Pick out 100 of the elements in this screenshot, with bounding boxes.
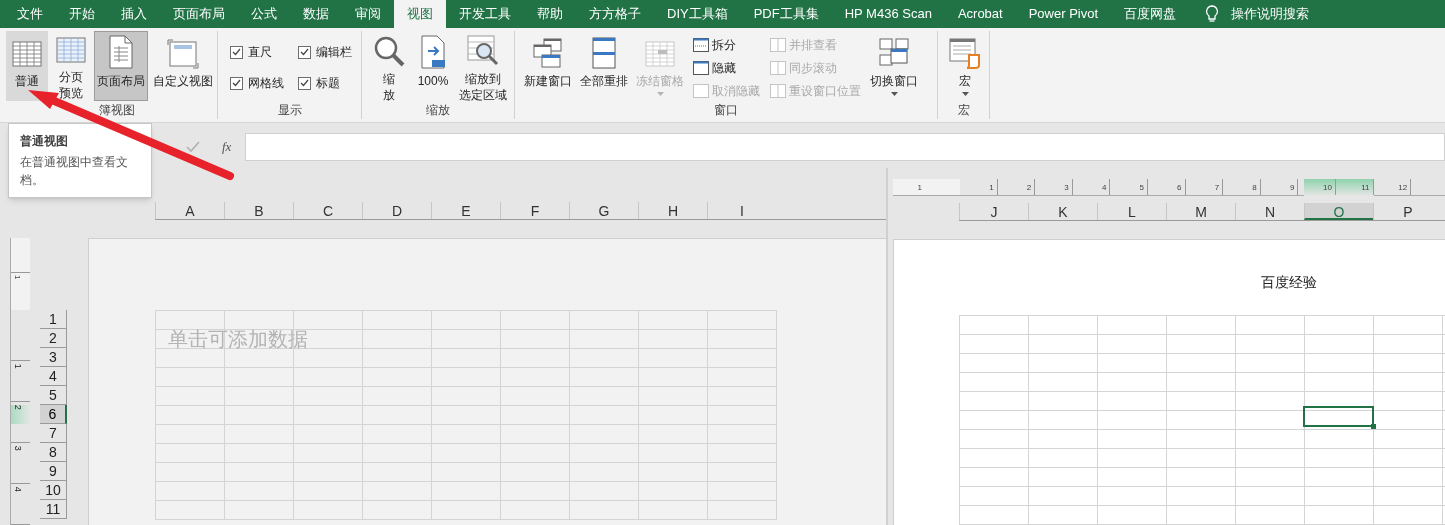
column-header[interactable]: P bbox=[1373, 203, 1442, 221]
small-window-icon bbox=[693, 60, 709, 75]
ribbon-tab[interactable]: 公式 bbox=[238, 0, 290, 28]
ruler-number: 3 bbox=[1064, 181, 1069, 194]
ruler-number: 11 bbox=[1361, 181, 1370, 194]
group-label: 缩放 bbox=[426, 102, 450, 119]
ribbon-tab[interactable]: 视图 bbox=[394, 0, 446, 28]
ruler-number: 7 bbox=[1214, 181, 1220, 194]
checkbox[interactable] bbox=[298, 45, 311, 59]
ribbon-tab[interactable]: Power Pivot bbox=[1015, 0, 1112, 28]
column-header[interactable]: O bbox=[1304, 203, 1373, 221]
row-header[interactable]: 4 bbox=[40, 367, 67, 386]
ribbon-button[interactable]: 切换窗口 bbox=[867, 31, 921, 101]
checkbox-label: 直尺 bbox=[248, 44, 272, 61]
column-header[interactable]: J bbox=[959, 203, 1028, 221]
ribbon-tab[interactable]: HP M436 Scan bbox=[831, 0, 945, 28]
zoom-page-icon bbox=[418, 35, 448, 69]
row-header[interactable]: 7 bbox=[40, 424, 67, 443]
ruler-number: 1 bbox=[11, 363, 24, 371]
ruler-number: 1 bbox=[989, 181, 994, 194]
page-header: 百度经验 bbox=[1261, 273, 1318, 292]
ruler-number: 2 bbox=[11, 404, 24, 412]
ribbon-tab[interactable]: Acrobat bbox=[944, 0, 1016, 28]
ribbon-button[interactable]: 分页 预览 bbox=[50, 31, 92, 101]
ribbon-tab[interactable]: 页面布局 bbox=[160, 0, 238, 28]
ribbon-tab[interactable]: 插入 bbox=[108, 0, 160, 28]
ribbon-button[interactable]: 宏 bbox=[944, 31, 986, 101]
tell-me-search[interactable]: 操作说明搜索 bbox=[1231, 4, 1310, 24]
column-header[interactable]: K bbox=[1028, 203, 1097, 221]
group-label: 窗口 bbox=[714, 102, 738, 119]
small-window-icon bbox=[693, 83, 709, 98]
ruler-number: 1 bbox=[12, 275, 23, 282]
windows-icon bbox=[532, 37, 564, 69]
column-header[interactable]: M bbox=[1166, 203, 1235, 221]
checkbox-label: 标题 bbox=[316, 75, 340, 92]
checkbox[interactable] bbox=[230, 76, 243, 90]
ribbon-tab[interactable]: 文件 bbox=[4, 0, 56, 28]
column-header[interactable]: F bbox=[500, 201, 569, 219]
ribbon-button[interactable]: 隐藏 bbox=[693, 58, 760, 77]
row-header[interactable]: 8 bbox=[40, 443, 67, 462]
macro-icon bbox=[949, 37, 981, 69]
windows-icon bbox=[878, 37, 910, 69]
checkbox[interactable] bbox=[230, 45, 243, 59]
grid-icon bbox=[56, 35, 86, 65]
group-label: 宏 bbox=[957, 102, 970, 119]
ribbon-tab[interactable]: 方方格子 bbox=[576, 0, 654, 28]
small-window-icon bbox=[693, 37, 709, 52]
checkbox-label: 编辑栏 bbox=[316, 44, 352, 61]
grid-icon bbox=[645, 39, 675, 69]
checkbox[interactable] bbox=[298, 76, 311, 90]
column-header[interactable]: C bbox=[293, 201, 362, 219]
lightbulb-icon bbox=[1205, 5, 1220, 23]
insert-function-button[interactable]: fx bbox=[222, 136, 232, 157]
row-header[interactable]: 3 bbox=[40, 348, 67, 367]
column-header[interactable]: I bbox=[707, 201, 776, 219]
ribbon-tab[interactable]: DIY工具箱 bbox=[654, 0, 741, 28]
row-header[interactable]: 6 bbox=[40, 405, 67, 424]
column-header[interactable]: E bbox=[431, 201, 500, 219]
ribbon-button[interactable]: 缩放到 选定区域 bbox=[456, 31, 510, 101]
ribbon-tab[interactable]: 开发工具 bbox=[446, 0, 524, 28]
window-frame-icon bbox=[167, 39, 199, 69]
page-icon bbox=[106, 35, 136, 69]
ribbon-button[interactable]: 缩 放 bbox=[368, 31, 410, 101]
row-header[interactable]: 11 bbox=[40, 500, 67, 519]
ruler-number: 4 bbox=[1101, 181, 1107, 194]
small-window-icon bbox=[770, 83, 786, 98]
ribbon-button[interactable]: 新建窗口 bbox=[521, 31, 575, 101]
tooltip-title: 普通视图 bbox=[20, 133, 69, 150]
ribbon-button[interactable]: 全部重排 bbox=[577, 31, 631, 101]
zoom-selection-icon bbox=[467, 35, 499, 67]
row-header[interactable]: 10 bbox=[40, 481, 67, 500]
small-window-icon bbox=[770, 60, 786, 75]
row-header[interactable]: 1 bbox=[40, 310, 67, 329]
column-header[interactable]: A bbox=[155, 201, 224, 219]
ribbon-button[interactable]: 100% bbox=[412, 31, 454, 101]
ribbon-button[interactable]: 页面布局 bbox=[94, 31, 148, 101]
ribbon-tab[interactable]: 开始 bbox=[56, 0, 108, 28]
ribbon-tab[interactable]: 数据 bbox=[290, 0, 342, 28]
ruler-number: 12 bbox=[1398, 181, 1408, 194]
ribbon-button[interactable]: 普通 bbox=[6, 31, 48, 101]
ribbon-button[interactable]: 拆分 bbox=[693, 35, 760, 54]
column-header[interactable]: L bbox=[1097, 203, 1166, 221]
check-icon[interactable] bbox=[186, 140, 200, 153]
small-window-icon bbox=[770, 37, 786, 52]
ribbon-button[interactable]: 自定义视图 bbox=[150, 31, 216, 101]
column-header[interactable]: D bbox=[362, 201, 431, 219]
row-header[interactable]: 9 bbox=[40, 462, 67, 481]
ribbon-tab[interactable]: PDF工具集 bbox=[740, 0, 832, 28]
ruler-number: 4 bbox=[11, 486, 24, 494]
ruler-highlight bbox=[11, 405, 31, 424]
ribbon-tab[interactable]: 审阅 bbox=[342, 0, 394, 28]
formula-input[interactable] bbox=[245, 132, 1445, 161]
ruler-number: 10 bbox=[1323, 181, 1332, 194]
ribbon-tab[interactable]: 百度网盘 bbox=[1111, 0, 1190, 28]
column-header[interactable]: B bbox=[224, 201, 293, 219]
active-cell-border bbox=[1303, 406, 1374, 427]
column-header[interactable]: G bbox=[569, 201, 638, 219]
row-header[interactable]: 2 bbox=[40, 329, 67, 348]
column-header[interactable]: H bbox=[638, 201, 707, 219]
ribbon-tab[interactable]: 帮助 bbox=[524, 0, 576, 28]
